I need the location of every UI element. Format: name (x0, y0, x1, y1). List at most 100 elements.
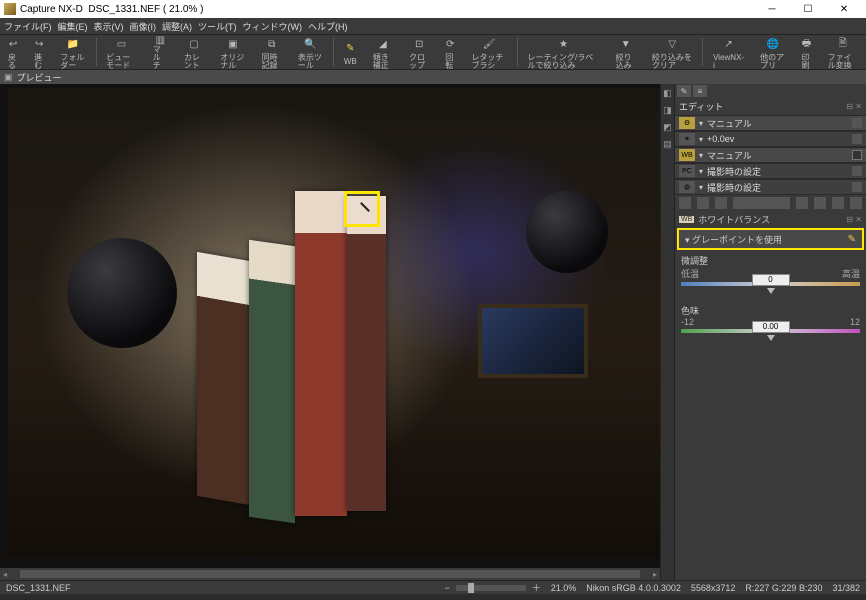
mini-tool-icon[interactable] (814, 197, 826, 209)
section-close-icon[interactable]: ⊟ ✕ (846, 215, 862, 224)
viewmode-button[interactable]: ▭ビューモード (98, 34, 144, 70)
chevron-down-icon: ▾ (699, 119, 703, 128)
edit-row-wb[interactable]: WB ▾ マニュアル (675, 147, 866, 163)
photo-object (295, 191, 347, 515)
current-button[interactable]: ▢カレント (176, 34, 212, 70)
wb-badge-icon: WB (679, 216, 694, 223)
tiltfix-button[interactable]: ◢傾き補正 (365, 34, 401, 70)
menu-file[interactable]: ファイル(F) (4, 20, 52, 33)
status-filename: DSC_1331.NEF (6, 583, 71, 593)
vtool-folder-icon[interactable]: ▤ (663, 139, 672, 150)
back-button[interactable]: ↩戻る (0, 34, 26, 70)
mini-tool-icon[interactable] (832, 197, 844, 209)
eyedropper-icon: ✎ (346, 40, 354, 58)
wb-tint-slider[interactable]: 0.00 (681, 329, 860, 333)
wb-graypoint-dropdown[interactable]: ▾ グレーポイントを使用 ✎ (679, 230, 862, 248)
pc-icon: PC (679, 165, 695, 177)
edit-row-manual[interactable]: ⚙ ▾ マニュアル (675, 115, 866, 131)
status-zoom: 21.0% (551, 583, 577, 593)
rotate-button[interactable]: ⟳回転 (437, 34, 463, 70)
funnel-icon: ▼ (621, 36, 631, 54)
photo-object (67, 238, 177, 348)
mini-tool-icon[interactable] (850, 197, 862, 209)
zoom-slider[interactable] (456, 585, 526, 591)
close-button[interactable]: ✕ (826, 0, 862, 18)
straighten-icon: ◢ (379, 36, 387, 54)
status-bar: DSC_1331.NEF − ＋ 21.0% Nikon sRGB 4.0.0.… (0, 580, 866, 594)
maximize-button[interactable]: ☐ (790, 0, 826, 18)
slider-thumb[interactable] (767, 335, 775, 341)
mini-tool-icon[interactable] (679, 197, 691, 209)
slider-label: 色味 (681, 304, 860, 317)
row-icon (852, 134, 862, 144)
horizontal-scrollbar[interactable]: ◂ ▸ (0, 568, 660, 580)
print-button[interactable]: 🖶印刷 (793, 34, 819, 70)
preview-tab-bar: ▣ プレビュー (0, 70, 866, 84)
slider-right-label: 高温 (842, 267, 860, 280)
expand-icon[interactable]: ▣ (4, 72, 13, 83)
wb-temp-value-input[interactable]: 0 (752, 274, 790, 286)
vtool-palette-icon[interactable]: ◨ (663, 105, 672, 116)
menu-bar: ファイル(F) 編集(E) 表示(V) 画像(I) 調整(A) ツール(T) ウ… (0, 18, 866, 34)
panel-tab-edit-icon[interactable]: ✎ (677, 85, 691, 97)
zoom-in-icon[interactable]: ＋ (532, 581, 541, 594)
preview-tab-label[interactable]: プレビュー (17, 71, 62, 84)
section-close-icon[interactable]: ⊟ ✕ (846, 102, 862, 111)
edit-row-picturecontrol[interactable]: PC ▾ 撮影時の設定 (675, 163, 866, 179)
chevron-down-icon: ▾ (699, 151, 703, 160)
slider-thumb[interactable] (767, 288, 775, 294)
edit-row-exposure[interactable]: ☀ ▾ +0.0ev (675, 131, 866, 147)
checkbox-icon[interactable] (852, 150, 862, 160)
vtool-histogram-icon[interactable]: ◧ (663, 88, 672, 99)
mini-tool-icon[interactable] (796, 197, 808, 209)
slider-left-label: 低温 (681, 267, 699, 280)
menu-view[interactable]: 表示(V) (94, 20, 124, 33)
minimize-button[interactable]: ─ (754, 0, 790, 18)
viewmode-icon: ▭ (117, 36, 126, 54)
filter-button[interactable]: ▼絞り込み (608, 34, 644, 70)
image-canvas[interactable] (0, 84, 660, 568)
mini-tool-icon[interactable] (697, 197, 709, 209)
otherapp-button[interactable]: 🌐他のアプリ (752, 34, 793, 70)
image-preview[interactable] (8, 88, 660, 558)
retouch-button[interactable]: 🖌レタッチブラシ (463, 34, 514, 70)
scroll-thumb[interactable] (20, 570, 640, 578)
menu-window[interactable]: ウィンドウ(W) (243, 20, 303, 33)
eyedropper-icon[interactable]: ✎ (848, 234, 856, 245)
forward-button[interactable]: ↪進む (26, 34, 52, 70)
folder-button[interactable]: 📁フォルダー (52, 34, 93, 70)
row-icon (852, 182, 862, 192)
separator (517, 38, 518, 66)
chevron-down-icon: ▾ (699, 135, 703, 144)
menu-image[interactable]: 画像(I) (130, 20, 157, 33)
menu-edit[interactable]: 編集(E) (58, 20, 88, 33)
record-button[interactable]: ⧉同時記録 (254, 34, 290, 70)
menu-tool[interactable]: ツール(T) (198, 20, 237, 33)
multi-button[interactable]: ▥マルチ (145, 34, 176, 70)
clear-filter-button[interactable]: ▽絞り込みをクリア (644, 34, 701, 70)
rating-filter-button[interactable]: ★レーティング/ラベルで絞り込み (519, 34, 607, 70)
vtool-navigator-icon[interactable]: ◩ (663, 122, 672, 133)
edit-row-noise[interactable]: ◍ ▾ 撮影時の設定 (675, 179, 866, 195)
gray-point-sampler[interactable] (344, 191, 380, 227)
scroll-left-icon[interactable]: ◂ (0, 570, 10, 579)
wb-tint-slider-block: 色味 -12 12 0.00 (675, 300, 866, 337)
menu-adjust[interactable]: 調整(A) (162, 20, 192, 33)
menu-help[interactable]: ヘルプ(H) (308, 20, 348, 33)
original-button[interactable]: ▣オリジナル (212, 34, 253, 70)
wb-tool-button[interactable]: ✎WB (336, 34, 365, 70)
convert-button[interactable]: 🗎ファイル変換 (820, 34, 866, 70)
panel-tab-meta-icon[interactable]: ≡ (693, 85, 707, 97)
row-icon (852, 118, 862, 128)
crop-button[interactable]: ⊡クロップ (401, 34, 437, 70)
wb-temp-slider[interactable]: 0 (681, 282, 860, 286)
photo-object (526, 191, 608, 273)
mini-tool-icon[interactable] (715, 197, 727, 209)
displaytool-button[interactable]: 🔍表示ツール (290, 34, 331, 70)
zoom-out-icon[interactable]: − (444, 583, 449, 593)
scroll-right-icon[interactable]: ▸ (650, 570, 660, 579)
wb-tint-value-input[interactable]: 0.00 (752, 321, 790, 333)
viewnxi-button[interactable]: ↗ViewNX-i (705, 34, 752, 70)
wb-graypoint-highlight: ▾ グレーポイントを使用 ✎ (677, 228, 864, 250)
image-canvas-wrap: ◂ ▸ (0, 84, 660, 580)
